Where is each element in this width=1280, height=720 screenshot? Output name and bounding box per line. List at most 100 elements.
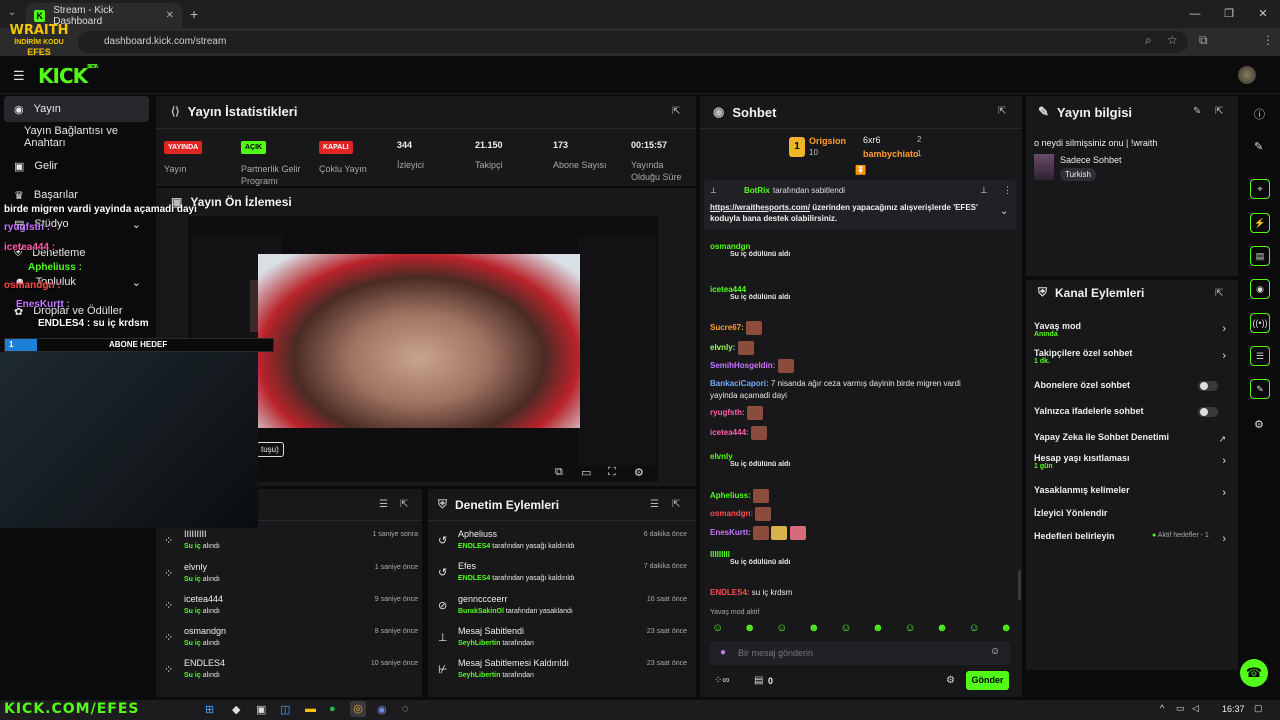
emote-icon[interactable]: ☺ xyxy=(969,622,980,636)
emote-icon[interactable]: ☻ xyxy=(936,622,948,636)
kick-header: ☰ KICKBETA xyxy=(0,56,1280,94)
microphone-icon[interactable]: ● xyxy=(720,647,726,658)
emote-icon[interactable]: ☺ xyxy=(776,622,787,636)
spotify-icon[interactable]: ● xyxy=(329,703,336,715)
subscribers-only-toggle[interactable] xyxy=(1198,381,1218,391)
gifter-name[interactable]: 6xr6 xyxy=(863,135,881,145)
network-icon[interactable]: ▭ xyxy=(1176,703,1185,714)
new-tab-icon[interactable]: + xyxy=(190,6,198,22)
followers-only-row[interactable]: Takipçilere özel sohbet 1 dk. › xyxy=(1034,348,1230,365)
emote-icon[interactable]: ☻ xyxy=(1000,622,1012,636)
emotes-only-toggle[interactable] xyxy=(1198,407,1218,417)
support-headset-button[interactable]: ☎ xyxy=(1240,659,1268,687)
emoji-picker-icon[interactable]: ☺ xyxy=(990,646,1000,657)
url-field[interactable]: dashboard.kick.com/stream xyxy=(78,31,1188,53)
extensions-icon[interactable]: ⧉ xyxy=(1199,33,1208,48)
sidebar-item-stream-key[interactable]: Yayın Bağlantısı ve Anahtarı xyxy=(4,124,149,150)
ai-moderation-row[interactable]: Yapay Zeka ile Sohbet Denetimi ↗ xyxy=(1034,432,1230,444)
top-gifter-name[interactable]: Origsion xyxy=(809,136,846,146)
theater-icon[interactable]: ▭ xyxy=(581,466,591,479)
subscriber-goal-bar: 1 ABONE HEDEF xyxy=(4,338,274,352)
taskbar-app-icon[interactable]: ◫ xyxy=(280,703,290,716)
obs-icon[interactable]: ◌ xyxy=(402,703,409,715)
raid-row[interactable]: İzleyici Yönlendir xyxy=(1034,508,1230,518)
pinned-link[interactable]: https://wraithesports.com/ xyxy=(710,203,810,212)
chrome-icon[interactable]: ◎ xyxy=(350,701,366,717)
emote-icon[interactable]: ☻ xyxy=(744,622,756,636)
filter-icon[interactable]: ☰ xyxy=(650,499,659,510)
maximize-icon[interactable]: ❐ xyxy=(1212,0,1246,28)
scroll-down-icon[interactable]: ⏬ xyxy=(855,165,866,176)
chevron-down-icon[interactable]: ⌄ xyxy=(1000,206,1008,217)
popout-icon[interactable]: ⇱ xyxy=(1215,288,1223,299)
edit-pencil-icon[interactable]: ✎ xyxy=(1193,106,1201,117)
notification-icon[interactable]: ▢ xyxy=(1254,703,1263,714)
emote-icon[interactable]: ☻ xyxy=(872,622,884,636)
tray-chevron-icon[interactable]: ^ xyxy=(1160,703,1164,713)
user-avatar[interactable] xyxy=(1238,66,1256,84)
banned-words-row[interactable]: Yasaklanmış kelimeler › xyxy=(1034,485,1230,499)
category-name[interactable]: Sadece Sohbet xyxy=(1060,155,1122,165)
external-link-icon: ↗ xyxy=(1218,434,1226,444)
chat-scrollbar[interactable] xyxy=(1018,570,1021,600)
menu-dots-icon[interactable]: ⋮ xyxy=(1262,33,1274,47)
discord-icon[interactable]: ◉ xyxy=(377,703,387,716)
settings-gear-icon[interactable]: ⚙ xyxy=(1254,418,1264,431)
chat-message: osmandgn Su iç ödülünü aldı xyxy=(710,242,791,258)
info-icon[interactable]: ⓘ xyxy=(1254,106,1265,122)
zoom-icon[interactable]: ⌕ xyxy=(1145,33,1152,48)
windows-start-icon[interactable]: ⊞ xyxy=(205,703,214,716)
rail-notes-icon[interactable]: ▤ xyxy=(1250,246,1270,266)
goals-row[interactable]: Hedefleri belirleyin ● Aktif hedefler - … xyxy=(1034,531,1230,545)
popout-icon[interactable]: ⇱ xyxy=(672,499,680,510)
gift-icon[interactable]: ▤ xyxy=(754,675,763,686)
taskbar-app-icon[interactable]: ◆ xyxy=(232,703,240,716)
hamburger-menu-icon[interactable]: ☰ xyxy=(13,68,25,84)
pinned-by-user[interactable]: BotRix xyxy=(744,186,770,195)
file-explorer-icon[interactable]: ▬ xyxy=(305,703,316,715)
rail-bolt-icon[interactable]: ⚡ xyxy=(1250,213,1270,233)
rail-list-icon[interactable]: ☰ xyxy=(1250,346,1270,366)
rail-crosshair-icon[interactable]: ⌖ xyxy=(1250,179,1270,199)
chat-input[interactable] xyxy=(738,644,978,662)
gifter-name[interactable]: bambychiato xyxy=(863,149,919,159)
close-window-icon[interactable]: ✕ xyxy=(1246,0,1280,28)
emote-icon[interactable]: ☺ xyxy=(712,622,723,636)
more-dots-icon[interactable]: ⋮ xyxy=(1003,185,1012,196)
rail-broadcast-icon[interactable]: ((•)) xyxy=(1250,313,1270,333)
settings-gear-icon[interactable]: ⚙ xyxy=(634,466,644,479)
rail-wrench-icon[interactable]: ✎ xyxy=(1250,379,1270,399)
sidebar-item-gelir[interactable]: ▣ Gelir xyxy=(4,153,149,179)
close-tab-icon[interactable]: ✕ xyxy=(166,10,174,21)
chat-settings-icon[interactable]: ⚙ xyxy=(946,675,955,686)
rail-chat-icon[interactable]: ◉ xyxy=(1250,279,1270,299)
bookmark-star-icon[interactable]: ☆ xyxy=(1167,33,1178,47)
popout-icon[interactable]: ⇱ xyxy=(998,106,1006,117)
account-age-row[interactable]: Hesap yaşı kısıtlaması 1 gün › xyxy=(1034,453,1230,470)
emote-icon[interactable]: ☺ xyxy=(840,622,851,636)
tab-search-icon[interactable]: ⌄ xyxy=(8,7,16,18)
chat-message: Sucre67: xyxy=(710,321,763,335)
minimize-icon[interactable]: — xyxy=(1178,0,1212,28)
popout-icon[interactable]: ⇱ xyxy=(400,499,408,510)
slow-mode-row[interactable]: Yavaş mod Anında › xyxy=(1034,321,1230,338)
popout-icon[interactable]: ⇱ xyxy=(1215,106,1223,117)
chat-input-box[interactable]: ● ☺ xyxy=(710,641,1010,665)
popout-icon[interactable]: ⇱ xyxy=(672,106,680,117)
pip-icon[interactable]: ⧉ xyxy=(555,466,563,479)
kick-logo[interactable]: KICKBETA xyxy=(38,64,98,88)
goal-label: ABONE HEDEF xyxy=(109,340,168,349)
fullscreen-icon[interactable]: ⛶ xyxy=(608,466,616,479)
emote-icon[interactable]: ☻ xyxy=(808,622,820,636)
filter-icon[interactable]: ☰ xyxy=(379,499,388,510)
taskbar-app-icon[interactable]: ▣ xyxy=(256,703,266,716)
subscribers-only-row: Abonelere özel sohbet xyxy=(1034,380,1230,391)
unpin-icon[interactable]: ⊥ xyxy=(980,185,988,196)
emote-icon xyxy=(746,406,763,420)
emote-icon[interactable]: ☺ xyxy=(904,622,915,636)
volume-icon[interactable]: ◁ xyxy=(1192,703,1199,714)
send-button[interactable]: Gönder xyxy=(966,671,1009,690)
points-icon[interactable]: ⁘∞ xyxy=(714,675,730,686)
sidebar-item-yayin[interactable]: ◉ Yayın xyxy=(4,96,149,122)
edit-pencil-icon[interactable]: ✎ xyxy=(1254,140,1263,153)
